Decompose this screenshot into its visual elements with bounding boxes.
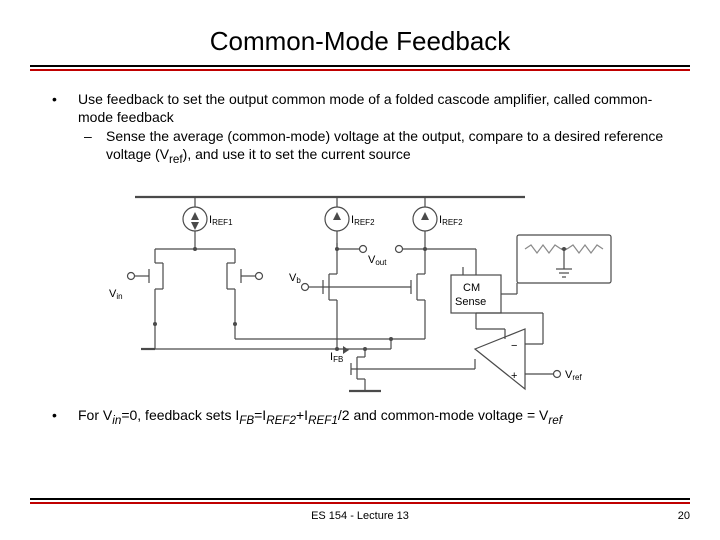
bullet-list-2: For Vin=0, feedback sets IFB=IREF2+IREF1… <box>50 407 670 428</box>
footer: ES 154 - Lecture 13 20 <box>30 498 690 522</box>
svg-text:IREF1: IREF1 <box>209 214 233 227</box>
svg-text:IREF2: IREF2 <box>439 214 463 227</box>
svg-text:IREF2: IREF2 <box>351 214 375 227</box>
b2-e: /2 and common-mode voltage = V <box>338 407 549 423</box>
title-rule-dark <box>30 65 690 67</box>
b2-d: +I <box>296 407 308 423</box>
svg-text:Vin: Vin <box>109 288 123 301</box>
b2-b: =0, feedback sets I <box>121 407 239 423</box>
page-number: 20 <box>678 510 690 522</box>
b2-in: in <box>112 414 121 427</box>
b2-REF1: REF1 <box>308 414 338 427</box>
bullet-1: Use feedback to set the output common mo… <box>50 91 670 167</box>
svg-text:Vb: Vb <box>289 272 301 285</box>
slide-title: Common-Mode Feedback <box>0 0 720 65</box>
b2-ref2: ref <box>548 414 562 427</box>
svg-text:Vref: Vref <box>565 369 582 382</box>
svg-text:Vout: Vout <box>368 254 387 267</box>
bullet-1-text: Use feedback to set the output common mo… <box>78 91 652 125</box>
svg-text:CM: CM <box>463 282 480 294</box>
bullet-1-sub-ref: ref <box>169 152 183 165</box>
svg-text:Sense: Sense <box>455 296 486 308</box>
svg-text:IFB: IFB <box>330 351 343 364</box>
circuit-diagram: IREF1 Vin <box>105 179 615 399</box>
b2-REF2: REF2 <box>266 414 296 427</box>
slide: Common-Mode Feedback Use feedback to set… <box>0 0 720 540</box>
figure: IREF1 Vin <box>50 179 670 399</box>
footer-rule-red <box>30 502 690 504</box>
svg-text:+: + <box>511 370 517 382</box>
footer-rule-dark <box>30 498 690 500</box>
bullet-1-sub-b: ), and use it to set the current source <box>183 146 411 162</box>
b2-a: For V <box>78 407 112 423</box>
bullet-list: Use feedback to set the output common mo… <box>50 91 670 167</box>
b2-c: =I <box>254 407 266 423</box>
svg-text:−: − <box>511 340 517 352</box>
bullet-1-sub: Sense the average (common-mode) voltage … <box>78 128 670 167</box>
footer-text-row: ES 154 - Lecture 13 20 <box>30 510 690 522</box>
b2-FB: FB <box>239 414 254 427</box>
course-label: ES 154 - Lecture 13 <box>311 510 409 522</box>
bullet-1-sublist: Sense the average (common-mode) voltage … <box>78 128 670 167</box>
bullet-2: For Vin=0, feedback sets IFB=IREF2+IREF1… <box>50 407 670 428</box>
content-area: Use feedback to set the output common mo… <box>0 71 720 428</box>
